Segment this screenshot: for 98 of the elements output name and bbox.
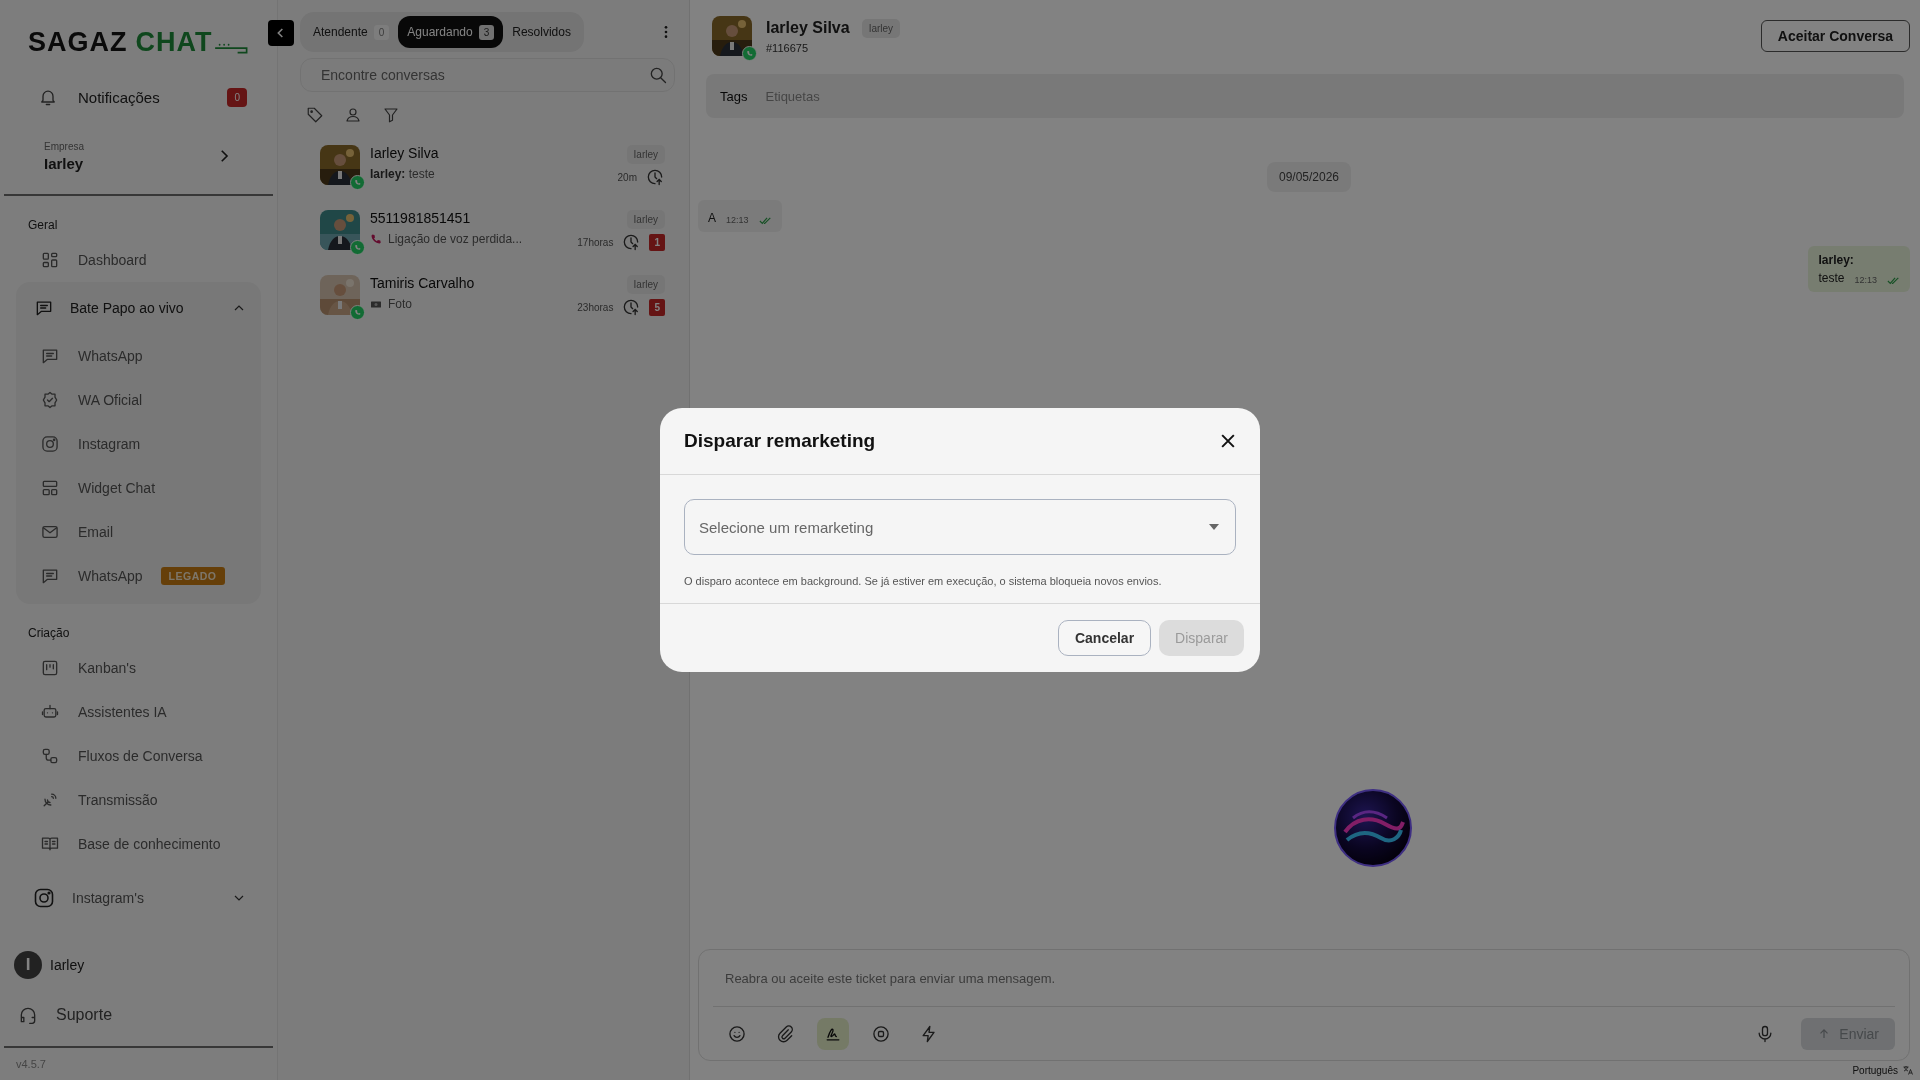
- paperclip-icon: [775, 1023, 795, 1044]
- tab[interactable]: Aguardando 3: [398, 16, 504, 48]
- contact-name: Iarley Silva: [766, 19, 850, 37]
- nav-icon: [40, 434, 60, 454]
- nav-item[interactable]: WhatsApp: [16, 334, 261, 378]
- tab[interactable]: Resolvidos: [503, 16, 580, 48]
- time-label: 20m: [617, 171, 637, 183]
- section-title: Criação: [27, 625, 71, 642]
- nav-icon: [32, 886, 56, 910]
- message-time: 12:13: [726, 215, 749, 225]
- nav-item[interactable]: Dashboard: [0, 238, 277, 282]
- remarketing-select[interactable]: Selecione um remarketing: [684, 499, 1236, 555]
- message-field[interactable]: Reabra ou aceite este ticket para enviar uma mensagem.: [713, 950, 1895, 1007]
- stop-circle-icon: [871, 1023, 891, 1044]
- section-title: Geral: [27, 217, 59, 234]
- accept-button[interactable]: Aceitar Conversa: [1760, 20, 1910, 52]
- search-icon: [648, 65, 668, 85]
- translate-icon: [1902, 1064, 1914, 1076]
- whatsapp-icon: [350, 175, 365, 190]
- message-preview: Foto: [388, 297, 412, 311]
- headset-icon: [18, 1005, 38, 1025]
- dialog-title: Disparar remarketing: [684, 430, 876, 452]
- whatsapp-icon: [350, 240, 365, 255]
- nav-item[interactable]: Instagram: [16, 422, 261, 466]
- nav-item[interactable]: Assistentes IA: [0, 690, 277, 734]
- assistant-orb-icon[interactable]: [1333, 788, 1413, 868]
- support-link[interactable]: Suporte: [18, 998, 277, 1032]
- nav-group-header[interactable]: Instagram's: [16, 872, 261, 924]
- company-name: Iarley: [44, 154, 85, 172]
- version-label: v4.5.7: [15, 1057, 47, 1072]
- tag-icon[interactable]: [306, 106, 324, 124]
- notification-count: 0: [227, 87, 247, 107]
- logo-text: SAGAZ: [28, 29, 128, 56]
- nav-icon: [40, 250, 60, 270]
- nav-item[interactable]: WA Oficial: [16, 378, 261, 422]
- search-input[interactable]: Encontre conversas: [319, 66, 648, 84]
- contact-name: Tamiris Carvalho: [370, 275, 476, 291]
- message-author: Iarley:: [1818, 253, 1855, 267]
- smiley-icon: [727, 1023, 747, 1044]
- agent-tag: Iarley: [861, 18, 901, 38]
- message-text: A: [708, 211, 716, 225]
- person-icon[interactable]: [344, 106, 362, 124]
- nav-icon: [40, 478, 60, 498]
- time-label: 17horas: [577, 236, 614, 248]
- double-check-icon: [1887, 277, 1900, 285]
- contact-name: 5511981851451: [370, 210, 472, 226]
- logo-text: CHAT: [135, 29, 213, 56]
- nav-group-header[interactable]: Bate Papo ao vivo: [16, 282, 261, 334]
- tab[interactable]: Atendente 0: [304, 16, 399, 48]
- ticket-number: #116675: [766, 41, 809, 54]
- filter-icon[interactable]: [382, 106, 400, 124]
- unread-count: 5: [649, 298, 665, 316]
- language-selector[interactable]: Português: [690, 1061, 1920, 1080]
- nav-icon: [40, 746, 60, 766]
- clock-arrow-icon: [645, 167, 665, 187]
- nav-icon: [40, 390, 60, 410]
- agent-tag: Iarley: [626, 210, 665, 229]
- agent-tag: Iarley: [626, 275, 665, 294]
- user-name: Iarley: [50, 957, 85, 973]
- phone-icon: [370, 233, 382, 245]
- message-preview: Iarley: teste: [370, 167, 435, 181]
- date-chip: 09/05/2026: [1266, 162, 1352, 192]
- nav-item[interactable]: Base de conhecimento: [0, 822, 277, 866]
- caret-icon: [1209, 524, 1219, 530]
- toolbar-button[interactable]: [817, 1017, 849, 1050]
- conversation-item[interactable]: 5511981851451 Ligação de voz perdida... Iarley 17horas 1: [300, 207, 665, 272]
- notifications-item[interactable]: Notificações 0: [38, 82, 247, 112]
- nav-item[interactable]: Email: [16, 510, 261, 554]
- more-icon[interactable]: [663, 24, 669, 40]
- whatsapp-icon: [742, 46, 757, 61]
- conversation-item[interactable]: Iarley Silva Iarley: teste Iarley 20m: [300, 142, 665, 207]
- collapse-button[interactable]: [268, 20, 294, 46]
- whatsapp-icon: [350, 305, 365, 320]
- hint-text: O disparo acontece em background. Se já estiver em execução, o sistema bloqueia novos envios.: [684, 575, 1163, 587]
- nav-icon: [40, 658, 60, 678]
- message-text: teste: [1818, 271, 1845, 285]
- user-avatar: I: [14, 951, 42, 979]
- nav-item[interactable]: Kanban's: [0, 646, 277, 690]
- search-field[interactable]: Encontre conversas: [300, 58, 675, 92]
- message-preview: Ligação de voz perdida...: [388, 232, 523, 246]
- cancel-button[interactable]: Cancelar: [1057, 620, 1152, 656]
- nav-item[interactable]: Transmissão: [0, 778, 277, 822]
- time-label: 23horas: [577, 301, 614, 313]
- nav-item[interactable]: Widget Chat: [16, 466, 261, 510]
- double-check-icon: [758, 217, 772, 225]
- conversation-item[interactable]: Tamiris Carvalho Foto Iarley 23horas 5: [300, 272, 665, 337]
- unread-count: 1: [649, 233, 665, 251]
- nav-item[interactable]: Fluxos de Conversa: [0, 734, 277, 778]
- agent-tag: Iarley: [626, 145, 665, 164]
- nav-item[interactable]: WhatsApp LEGADO: [16, 554, 261, 598]
- tags-label: Tags: [720, 88, 748, 104]
- tab-count: 3: [478, 24, 495, 40]
- message-time: 12:13: [1854, 275, 1877, 285]
- contact-name: Iarley Silva: [370, 145, 440, 161]
- tab-count: 0: [373, 24, 390, 40]
- legacy-badge: LEGADO: [160, 567, 225, 585]
- company-caption: Empresa: [44, 140, 85, 152]
- company-selector[interactable]: Empresa Iarley: [44, 132, 233, 180]
